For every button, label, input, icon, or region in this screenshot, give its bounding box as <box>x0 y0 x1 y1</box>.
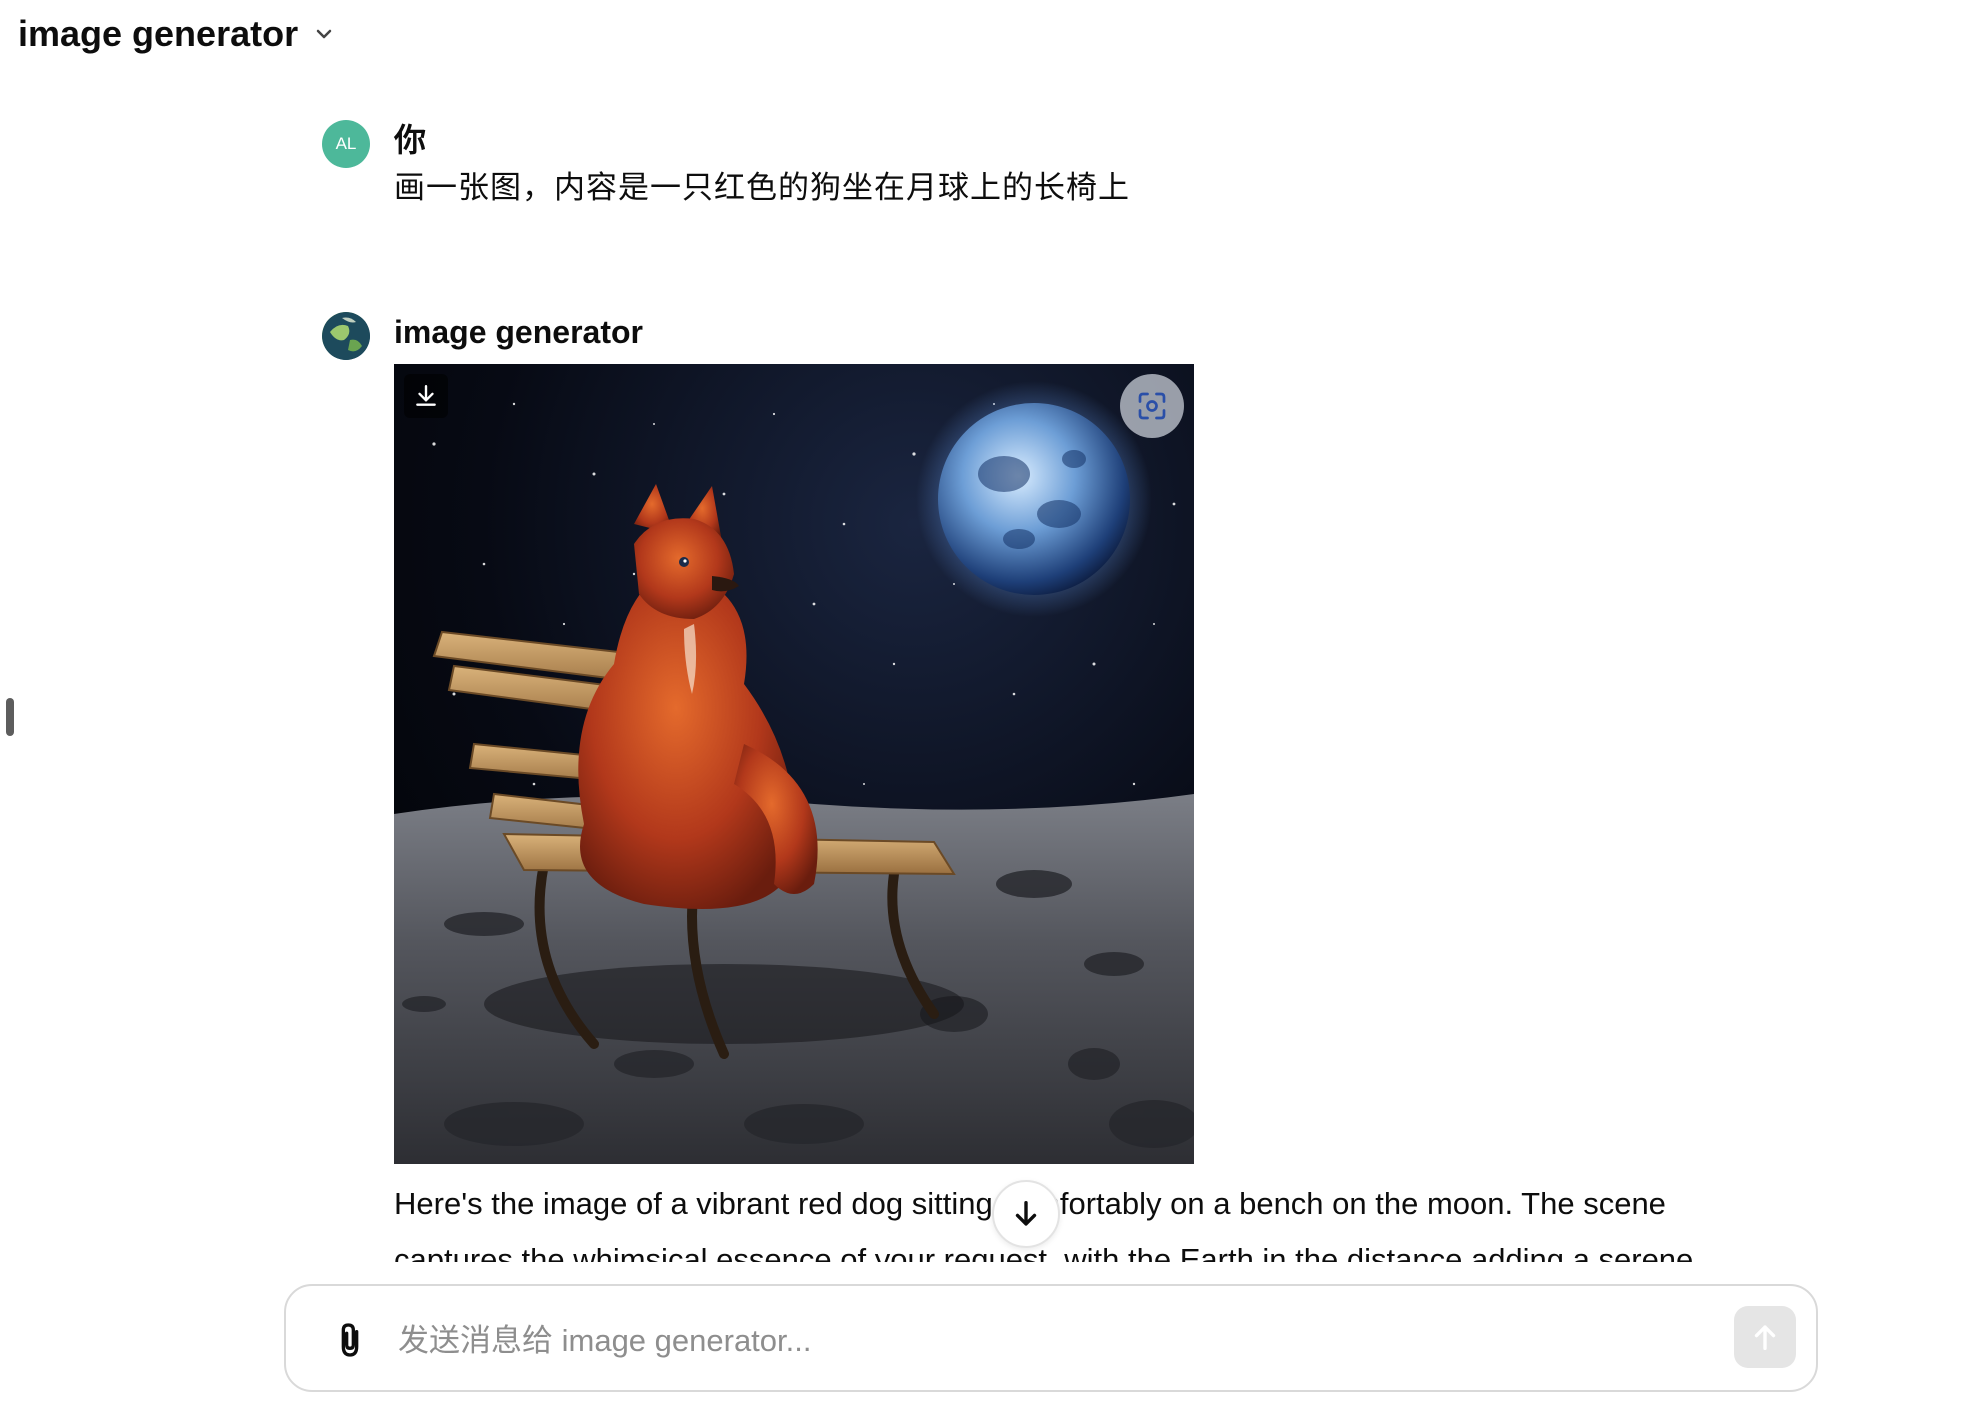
attach-button[interactable] <box>326 1316 374 1364</box>
user-avatar: AL <box>322 120 370 168</box>
chevron-down-icon <box>316 29 332 39</box>
user-message-text: 画一张图，内容是一只红色的狗坐在月球上的长椅上 <box>394 170 1130 205</box>
scroll-down-button[interactable] <box>992 1180 1060 1248</box>
image-download-button[interactable] <box>404 374 448 418</box>
send-button[interactable] <box>1734 1306 1796 1368</box>
assistant-avatar <box>322 312 370 360</box>
user-author-name: 你 <box>394 122 427 158</box>
header-model-selector[interactable]: image generator <box>18 12 336 56</box>
message-input[interactable] <box>396 1312 1700 1370</box>
scroll-handle[interactable] <box>6 698 14 736</box>
image-expand-button[interactable] <box>1120 374 1184 438</box>
download-icon <box>416 385 436 406</box>
paperclip-icon <box>341 1323 359 1357</box>
user-avatar-initials: AL <box>335 134 357 153</box>
header-title: image generator <box>18 13 299 54</box>
generated-image[interactable] <box>394 364 1194 1164</box>
arrow-down-icon <box>1015 1200 1037 1226</box>
globe-avatar-image <box>322 312 370 360</box>
assistant-author-name: image generator <box>394 314 643 350</box>
arrow-up-icon <box>1754 1325 1776 1351</box>
red-dog-on-moon-image <box>394 364 1194 1164</box>
message-composer <box>284 1284 1818 1392</box>
focus-icon <box>1138 392 1166 420</box>
